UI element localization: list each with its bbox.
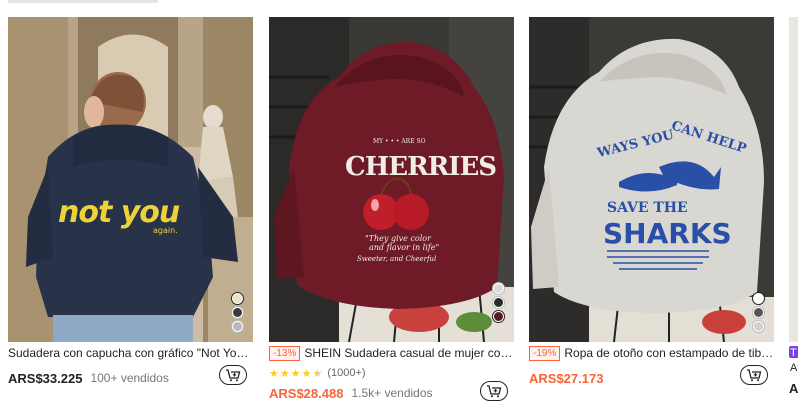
svg-text:SHARKS: SHARKS — [603, 217, 732, 250]
product-title[interactable]: SHEIN Sudadera casual de mujer con est..… — [304, 346, 514, 360]
svg-text:CHERRIES: CHERRIES — [345, 152, 496, 182]
star-icon: ★ — [269, 367, 279, 380]
product-title[interactable]: Sudadera con capucha con gráfico "Not Yo… — [8, 346, 253, 360]
color-swatch[interactable] — [232, 307, 243, 318]
color-swatch[interactable] — [232, 293, 243, 304]
color-swatch[interactable] — [753, 307, 764, 318]
add-to-cart-button[interactable] — [219, 365, 247, 385]
sold-count: 1.5k+ vendidos — [351, 386, 433, 400]
sold-count: 100+ vendidos — [90, 371, 169, 385]
svg-text:and flavor in life": and flavor in life" — [369, 243, 439, 252]
product-price-partial: A — [789, 381, 798, 396]
color-swatches[interactable] — [753, 293, 764, 332]
add-to-cart-icon — [226, 369, 241, 382]
product-image[interactable]: CHERRIES MY • • • ARE SO "They give colo… — [269, 17, 514, 342]
svg-text:not you: not you — [58, 195, 180, 230]
star-half-icon: ★ — [312, 367, 323, 380]
rating: ★ ★ ★ ★ ★ (1000+) — [269, 365, 514, 381]
rating-count: (1000+) — [327, 367, 366, 379]
star-icon: ★ — [301, 367, 312, 380]
product-image[interactable]: not you again. — [8, 17, 253, 342]
color-swatch[interactable] — [493, 311, 504, 322]
add-to-cart-icon — [487, 385, 502, 398]
discount-badge: -13% — [269, 345, 301, 361]
product-price: ARS$28.488 — [269, 385, 344, 401]
product-image[interactable]: WAYS YOU CAN HELP SAVE THE SHARKS — [529, 17, 774, 342]
promo-badge-label: T — [790, 347, 797, 359]
svg-text:again.: again. — [153, 226, 178, 235]
product-card[interactable]: CHERRIES MY • • • ARE SO "They give colo… — [269, 17, 514, 402]
color-swatch[interactable] — [493, 297, 504, 308]
star-icon: ★ — [290, 367, 301, 380]
color-swatch[interactable] — [753, 293, 764, 304]
color-swatch[interactable] — [232, 321, 243, 332]
svg-text:SAVE THE: SAVE THE — [607, 200, 688, 216]
product-title[interactable]: Ropa de otoño con estampado de tiburó... — [564, 346, 774, 360]
color-swatch[interactable] — [753, 321, 764, 332]
star-icon: ★ — [279, 367, 290, 380]
product-image-partial[interactable] — [789, 17, 798, 342]
color-swatch[interactable] — [493, 283, 504, 294]
svg-text:"They give color: "They give color — [365, 234, 432, 243]
product-price: ARS$27.173 — [529, 370, 604, 386]
product-price: ARS$33.225 — [8, 370, 83, 386]
add-to-cart-button[interactable] — [480, 381, 508, 401]
svg-text:MY • • • ARE SO: MY • • • ARE SO — [373, 138, 426, 145]
color-swatches[interactable] — [493, 283, 504, 322]
add-to-cart-icon — [747, 369, 762, 382]
discount-badge: -19% — [529, 345, 561, 361]
add-to-cart-button[interactable] — [740, 365, 768, 385]
svg-text:Sweeter, and Cheerful: Sweeter, and Cheerful — [357, 255, 436, 263]
scroll-indicator — [8, 0, 158, 3]
product-card[interactable]: not you again. Sudadera con capucha con … — [8, 17, 253, 387]
product-title-partial[interactable]: Af — [790, 362, 798, 374]
product-card[interactable]: WAYS YOU CAN HELP SAVE THE SHARKS -19% R… — [529, 17, 774, 387]
color-swatches[interactable] — [232, 293, 243, 332]
